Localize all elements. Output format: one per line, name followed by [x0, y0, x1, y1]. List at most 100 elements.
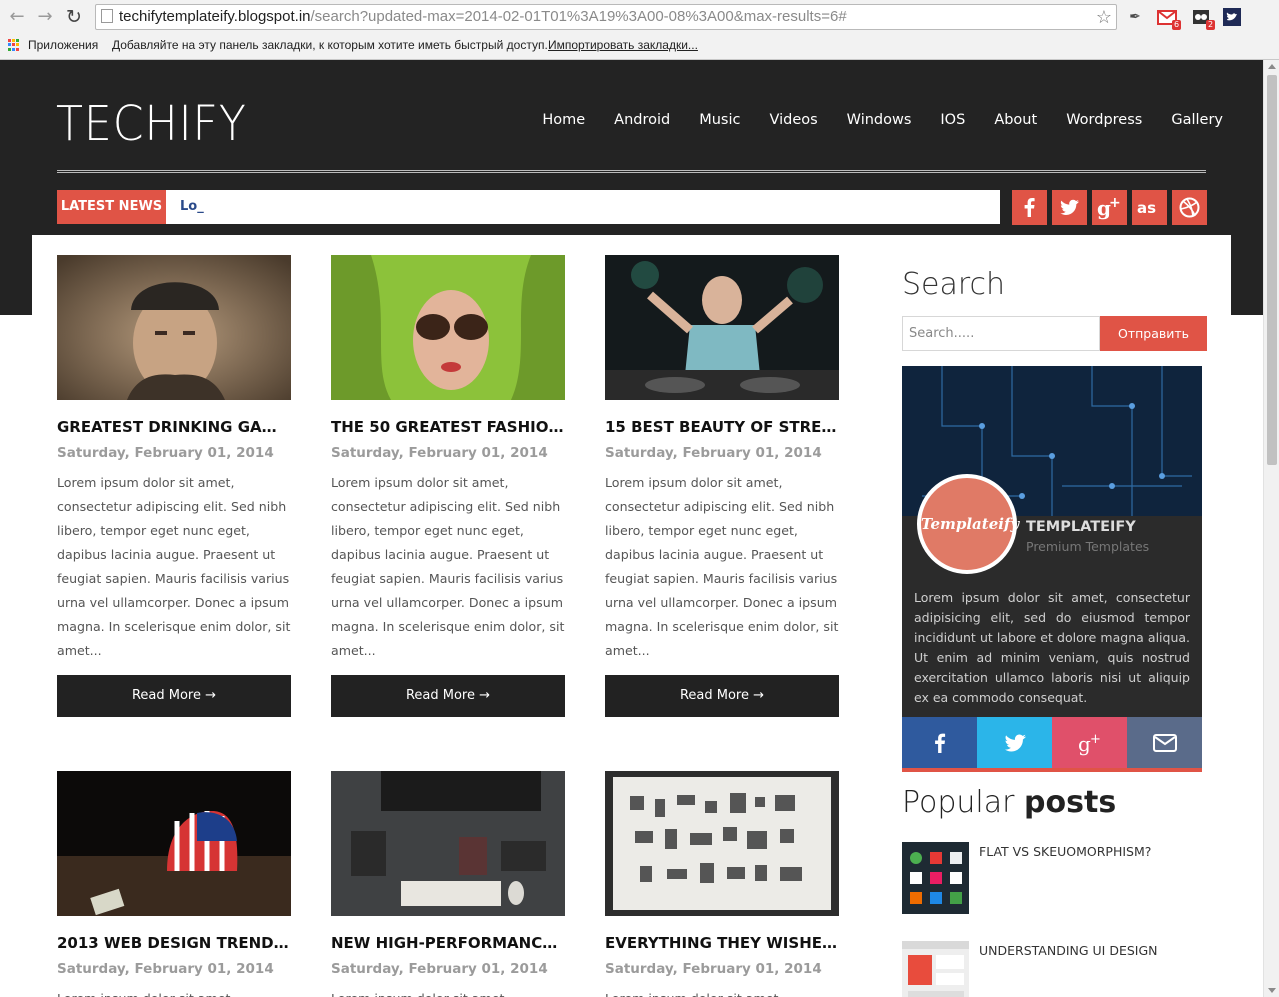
profile-facebook-button[interactable] — [902, 717, 977, 768]
scroll-thumb[interactable] — [1267, 75, 1277, 465]
read-more-button[interactable]: Read More → — [605, 675, 839, 717]
post-title[interactable]: THE 50 GREATEST FASHION MOMENTS — [331, 417, 565, 437]
post-card: EVERYTHING THEY WISHED FOR IN A GADGET S… — [605, 771, 839, 997]
facebook-icon — [934, 733, 945, 753]
svg-text:+: + — [1109, 195, 1121, 211]
post-title[interactable]: EVERYTHING THEY WISHED FOR IN A GADGET — [605, 933, 839, 953]
twitter-bird-icon — [1004, 734, 1026, 751]
post-card: GREATEST DRINKING GAMES OF ALL TIME Satu… — [57, 255, 291, 717]
lastfm-icon: as — [1137, 199, 1156, 217]
reload-button[interactable]: ↻ — [63, 6, 85, 28]
profile-googleplus-button[interactable]: g + — [1052, 717, 1127, 768]
site-logo[interactable]: TECHIFY — [56, 96, 247, 152]
read-more-button[interactable]: Read More → — [331, 675, 565, 717]
import-bookmarks-link[interactable]: Импортировать закладки... — [548, 34, 698, 56]
sidebar-search-title: Search — [902, 267, 1006, 302]
gmail-badge: 6 — [1172, 20, 1181, 30]
post-title[interactable]: 15 BEST BEAUTY OF STREET STYLE — [605, 417, 839, 437]
post-date: Saturday, February 01, 2014 — [331, 961, 548, 977]
bookmarks-message: Добавляйте на эту панель закладки, к кот… — [112, 38, 548, 52]
post-excerpt: Lorem ipsum dolor sit amet, consectetur … — [57, 475, 291, 658]
post-excerpt: Lorem ipsum dolor sit amet, consectetur … — [57, 987, 291, 997]
popular-post-title[interactable]: FLAT VS SKEUOMORPHISM? — [979, 844, 1151, 859]
post-thumbnail[interactable] — [605, 255, 839, 400]
pen-tool-icon[interactable]: ✒ — [1124, 6, 1146, 28]
profile-accent-bar — [902, 768, 1202, 772]
address-bar[interactable]: techifytemplateify.blogspot.in/search?up… — [95, 4, 1117, 30]
profile-twitter-button[interactable] — [977, 717, 1052, 768]
facebook-button[interactable] — [1012, 190, 1047, 225]
post-date: Saturday, February 01, 2014 — [57, 445, 274, 461]
popular-title-light: Popular — [902, 785, 1025, 820]
nav-about[interactable]: About — [994, 112, 1037, 128]
sidebar-search-button[interactable]: Отправить — [1100, 316, 1207, 351]
url-path: /search?updated-max=2014-02-01T01%3A19%3… — [310, 8, 847, 25]
post-title[interactable]: GREATEST DRINKING GAMES OF ALL TIME — [57, 417, 291, 437]
scroll-down-arrow[interactable] — [1268, 988, 1276, 993]
twitter-bird-icon — [1060, 199, 1079, 215]
read-more-button[interactable]: Read More → — [57, 675, 291, 717]
scroll-up-arrow[interactable] — [1268, 64, 1276, 69]
twitter-icon[interactable] — [1221, 6, 1243, 28]
back-button[interactable]: ← — [6, 6, 28, 28]
post-date: Saturday, February 01, 2014 — [605, 961, 822, 977]
popular-post-item: UNDERSTANDING UI DESIGN — [902, 941, 1207, 997]
profile-description: Lorem ipsum dolor sit amet, consectetur … — [914, 590, 1190, 705]
sidebar-search-input[interactable]: Search..... — [902, 316, 1100, 351]
url-host: techifytemplateify.blogspot.in — [119, 8, 311, 25]
lastfm-button[interactable]: as — [1132, 190, 1167, 225]
nav-wordpress[interactable]: Wordpress — [1066, 112, 1142, 128]
forward-button[interactable]: → — [34, 6, 56, 28]
facebook-icon — [1024, 198, 1035, 217]
dribbble-icon — [1179, 197, 1200, 218]
nav-ios[interactable]: IOS — [940, 112, 965, 128]
popular-title-bold: posts — [1024, 785, 1117, 820]
bookmark-star-icon[interactable]: ☆ — [1096, 5, 1112, 29]
popular-post-title[interactable]: UNDERSTANDING UI DESIGN — [979, 943, 1158, 958]
bookmarks-bar: Приложения Добавляйте на эту панель закл… — [0, 34, 1279, 58]
post-card: 15 BEST BEAUTY OF STREET STYLE Saturday,… — [605, 255, 839, 717]
post-card: NEW HIGH-PERFORMANCE DESKTOP SETUP Satur… — [331, 771, 565, 997]
browser-chrome: ← → ↻ techifytemplateify.blogspot.in/sea… — [0, 0, 1279, 60]
post-thumbnail[interactable] — [605, 771, 839, 916]
post-thumbnail[interactable] — [331, 255, 565, 400]
news-ticker[interactable]: Lo_ — [166, 190, 1000, 224]
nav-gallery[interactable]: Gallery — [1171, 112, 1223, 128]
nav-music[interactable]: Music — [699, 112, 740, 128]
googleplus-button[interactable]: g + — [1092, 190, 1127, 225]
post-thumbnail[interactable] — [331, 771, 565, 916]
popular-post-thumbnail[interactable] — [902, 842, 969, 914]
post-thumbnail[interactable] — [57, 771, 291, 916]
profile-social-bar: g + — [902, 717, 1202, 768]
nav-videos[interactable]: Videos — [769, 112, 817, 128]
dribbble-button[interactable] — [1172, 190, 1207, 225]
profile-name[interactable]: TEMPLATEIFY — [1026, 519, 1136, 535]
profile-avatar[interactable]: Templateify — [917, 474, 1019, 574]
nav-home[interactable]: Home — [542, 112, 585, 128]
post-title[interactable]: NEW HIGH-PERFORMANCE DESKTOP SETUP — [331, 933, 565, 953]
extension-icon[interactable]: 2 — [1190, 6, 1215, 30]
apps-icon[interactable] — [8, 39, 20, 51]
post-excerpt: Lorem ipsum dolor sit amet, consectetur … — [331, 987, 565, 997]
bookmark-apps[interactable]: Приложения — [28, 34, 98, 56]
page-viewport: TECHIFY Home Android Music Videos Window… — [0, 60, 1279, 997]
post-title[interactable]: 2013 WEB DESIGN TRENDS: A LOOK BACK — [57, 933, 291, 953]
twitter-button[interactable] — [1052, 190, 1087, 225]
page-scrollbar[interactable] — [1263, 60, 1279, 997]
post-thumbnail[interactable] — [57, 255, 291, 400]
nav-android[interactable]: Android — [614, 112, 670, 128]
post-date: Saturday, February 01, 2014 — [331, 445, 548, 461]
googleplus-icon: g+ — [1097, 195, 1121, 220]
profile-email-button[interactable] — [1127, 717, 1202, 768]
post-date: Saturday, February 01, 2014 — [605, 445, 822, 461]
svg-text:as: as — [1137, 199, 1156, 217]
content-panel: GREATEST DRINKING GAMES OF ALL TIME Satu… — [32, 235, 1231, 997]
popular-post-thumbnail[interactable] — [902, 941, 969, 997]
post-date: Saturday, February 01, 2014 — [57, 961, 274, 977]
profile-widget: Templateify TEMPLATEIFY Premium Template… — [902, 366, 1202, 772]
gmail-icon[interactable]: 6 — [1156, 6, 1181, 30]
nav-windows[interactable]: Windows — [847, 112, 912, 128]
main-nav: Home Android Music Videos Windows IOS Ab… — [513, 112, 1223, 128]
envelope-icon — [1152, 733, 1177, 752]
post-excerpt: Lorem ipsum dolor sit amet, consectetur … — [605, 987, 839, 997]
